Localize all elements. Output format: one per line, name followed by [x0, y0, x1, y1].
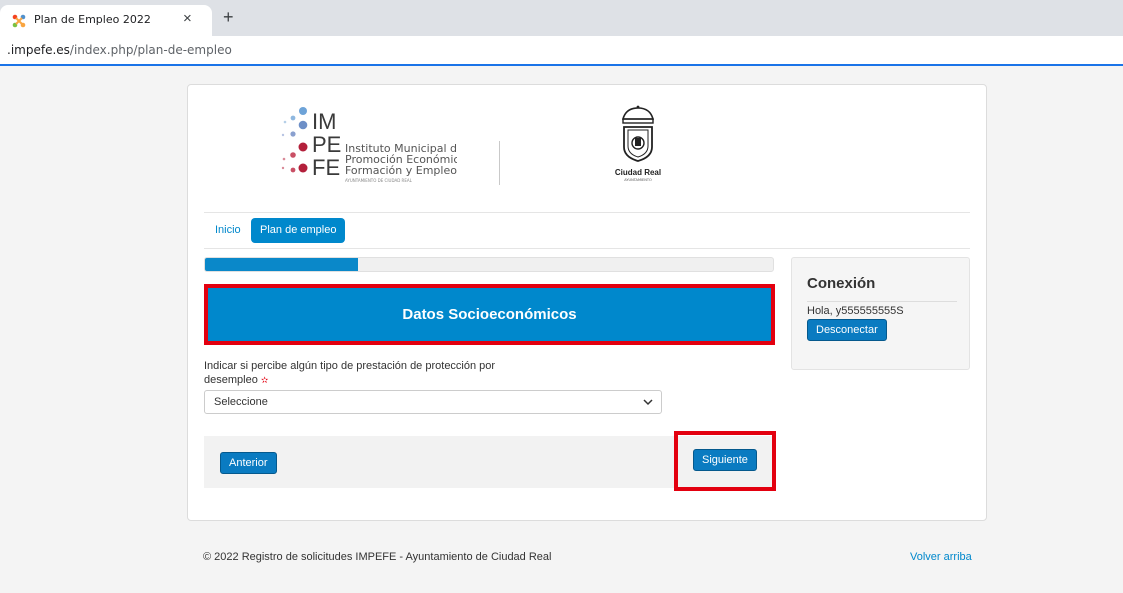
- browser-tab[interactable]: Plan de Empleo 2022 ×: [0, 5, 212, 36]
- cr-logo-sub: AYUNTAMIENTO: [624, 178, 652, 182]
- connection-title: Conexión: [807, 275, 876, 292]
- impefe-logo: IM PE FE Instituto Municipal de Promoció…: [281, 107, 457, 183]
- select-value: Seleccione: [214, 396, 268, 408]
- anterior-button[interactable]: Anterior: [220, 452, 277, 474]
- desconectar-button[interactable]: Desconectar: [807, 319, 887, 341]
- section-header-highlight: Datos Socioeconómicos: [204, 284, 775, 345]
- ciudad-real-logo: Ciudad Real AYUNTAMIENTO: [615, 105, 661, 182]
- user-greeting: Hola, y555555555S: [807, 305, 904, 317]
- logo-pe: PE: [312, 132, 341, 157]
- tab-title: Plan de Empleo 2022: [34, 13, 151, 26]
- cr-logo-name: Ciudad Real: [615, 168, 661, 177]
- back-to-top-link[interactable]: Volver arriba: [910, 551, 972, 563]
- browser-tab-bar: Plan de Empleo 2022 × +: [0, 0, 1123, 36]
- connection-panel: Conexión Hola, y555555555S Desconectar: [791, 257, 970, 370]
- logo-im: IM: [312, 109, 336, 134]
- required-star-icon: ✫: [260, 375, 269, 385]
- logo-fe: FE: [312, 155, 340, 180]
- nav-divider-bottom: [204, 248, 970, 249]
- nav-item-plan-de-empleo[interactable]: Plan de empleo: [251, 218, 346, 243]
- logo-name-line3: Formación y Empleo: [345, 164, 457, 177]
- question-label: Indicar si percibe algún tipo de prestac…: [204, 359, 514, 387]
- logo-sub: AYUNTAMIENTO DE CIUDAD REAL: [345, 178, 413, 183]
- address-bar[interactable]: .impefe.es/index.php/plan-de-empleo: [0, 36, 1123, 66]
- progress-fill: [205, 258, 359, 271]
- nav-item-inicio[interactable]: Inicio: [215, 224, 241, 236]
- new-tab-icon[interactable]: +: [223, 8, 234, 26]
- question-text: Indicar si percibe algún tipo de prestac…: [204, 360, 496, 386]
- siguiente-highlight: Siguiente: [674, 431, 776, 491]
- joomla-favicon-icon: [12, 14, 26, 28]
- copyright-text: © 2022 Registro de solicitudes IMPEFE - …: [203, 551, 552, 563]
- prestacion-select[interactable]: Seleccione: [204, 390, 662, 414]
- nav-divider-top: [204, 212, 970, 213]
- connection-divider: [807, 301, 957, 302]
- main-card: IM PE FE Instituto Municipal de Promoció…: [187, 84, 987, 521]
- logo-divider: [499, 141, 500, 185]
- form-progress-bar: [204, 257, 774, 272]
- url-host: .impefe.es: [7, 43, 70, 57]
- siguiente-button[interactable]: Siguiente: [693, 449, 757, 471]
- tab-close-icon[interactable]: ×: [183, 10, 192, 28]
- url-path: /index.php/plan-de-empleo: [69, 43, 232, 57]
- section-title: Datos Socioeconómicos: [402, 306, 577, 323]
- chevron-down-icon: [643, 399, 653, 406]
- url-text[interactable]: .impefe.es/index.php/plan-de-empleo: [7, 43, 232, 57]
